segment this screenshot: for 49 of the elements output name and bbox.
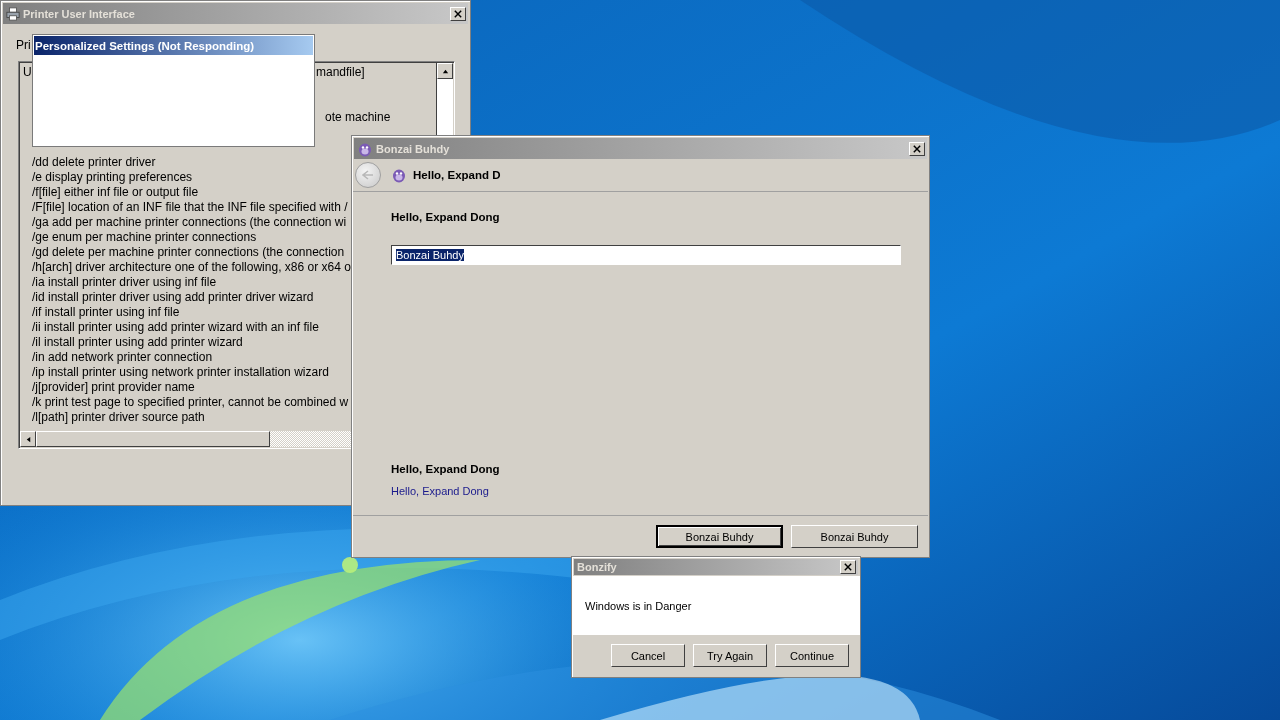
window-title: Bonzai Buhdy — [376, 142, 451, 155]
dialog-button[interactable]: Bonzai Buhdy — [791, 525, 918, 548]
text-line: /h[arch] driver architecture one of the following, x86 or x64 o — [32, 260, 351, 275]
text-line: /id install printer driver using add printer driver wizard — [32, 290, 314, 305]
text-line: /gd delete per machine printer connections (the connection — [32, 245, 345, 260]
header-title: Hello, Expand D — [413, 169, 501, 181]
dialog-button[interactable]: Try Again — [693, 644, 767, 667]
text-line: /k print test page to specified printer, cannot be combined w — [32, 395, 349, 410]
text-line: /F[file] location of an INF file that the INF file specified with / — [32, 200, 348, 215]
text-line: /j[provider] print provider name — [32, 380, 195, 395]
close-icon — [454, 9, 462, 18]
message-text: Windows is in Danger — [585, 599, 692, 612]
text-line: /ia install printer driver using inf file — [32, 275, 217, 290]
text-line: /if install printer using inf file — [32, 305, 180, 320]
horizontal-scrollbar[interactable] — [20, 431, 352, 447]
text-line: /il install printer using add printer wizard — [32, 335, 243, 350]
close-icon — [844, 563, 852, 571]
printer-icon — [6, 6, 20, 21]
window-title: Personalized Settings (Not Responding) — [35, 39, 255, 52]
text-line: /ge enum per machine printer connections — [32, 230, 257, 245]
field-label: Pri — [16, 38, 31, 52]
left-arrow-icon — [362, 170, 374, 180]
heading: Hello, Expand Dong — [391, 463, 500, 475]
scroll-thumb[interactable] — [36, 431, 270, 447]
text-line: /e display printing preferences — [32, 170, 193, 185]
text-line: /f[file] either inf file or output file — [32, 185, 199, 200]
text-line: /in add network printer connection — [32, 350, 213, 365]
ape-icon — [391, 167, 407, 183]
text-line: /ga add per machine printer connections (the connection wi — [32, 215, 347, 230]
left-arrow-icon — [24, 435, 32, 443]
dialog-button[interactable]: Cancel — [611, 644, 685, 667]
dialog-button[interactable]: Bonzai Buhdy — [656, 525, 783, 548]
window-title: Printer User Interface — [23, 7, 136, 20]
text-line: U — [23, 65, 33, 80]
close-icon — [913, 144, 921, 153]
up-arrow-icon — [441, 67, 449, 75]
heading: Hello, Expand Dong — [391, 211, 500, 223]
input-field[interactable]: Bonzai Buhdy — [391, 245, 901, 265]
dialog-button[interactable]: Continue — [775, 644, 849, 667]
text-line: /ii install printer using add printer wizard with an inf file — [32, 320, 319, 335]
text-line: /dd delete printer driver — [32, 155, 156, 170]
window-title: Bonzify — [577, 561, 618, 573]
text-fragment: mandfile] — [316, 65, 365, 80]
text-fragment: ote machine — [325, 110, 391, 125]
text-line: /l[path] printer driver source path — [32, 410, 205, 425]
scroll-up-button[interactable] — [437, 63, 453, 79]
text-line: /ip install printer using network printer installation wizard — [32, 365, 329, 380]
scroll-left-button[interactable] — [20, 431, 36, 447]
link[interactable]: Hello, Expand Dong — [391, 485, 489, 497]
